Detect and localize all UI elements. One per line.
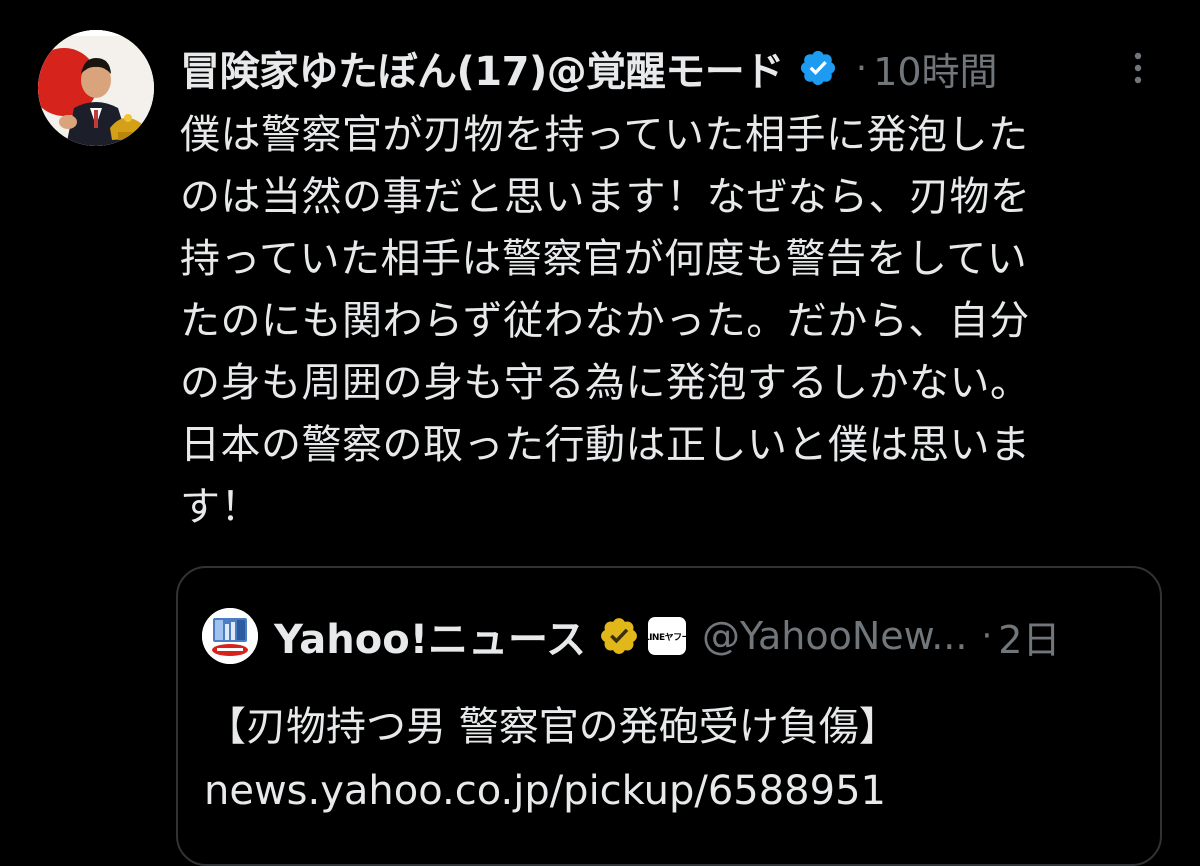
author-display-name[interactable]: 冒険家ゆたぼん(17)@覚醒モード — [180, 39, 784, 97]
yahoo-news-logo-icon — [202, 608, 258, 664]
quoted-tweet-card[interactable]: Yahoo!ニュース LINEヤフー @YahooNew... · 2日 【刃物… — [176, 566, 1162, 866]
avatar[interactable] — [38, 30, 154, 146]
gold-verified-badge-icon[interactable] — [598, 615, 640, 657]
quoted-author-handle[interactable]: @YahooNew... — [702, 614, 967, 658]
more-vertical-icon[interactable] — [1120, 48, 1156, 88]
quoted-tweet-link[interactable]: news.yahoo.co.jp/pickup/6588951 — [204, 764, 886, 818]
tweet-text: 僕は警察官が刃物を持っていた相手に発泡した のは当然の事だと思います！なぜなら、… — [180, 112, 1031, 530]
affiliation-badge[interactable]: LINEヤフー — [644, 617, 691, 655]
separator-dot: · — [855, 47, 868, 89]
quoted-tweet-header: Yahoo!ニュース LINEヤフー @YahooNew... · 2日 — [274, 606, 1060, 666]
tweet-timestamp[interactable]: 10時間 — [873, 41, 997, 96]
quoted-author-name[interactable]: Yahoo!ニュース — [274, 607, 586, 665]
quoted-tweet-headline: 【刃物持つ男 警察官の発砲受け負傷】 — [206, 704, 899, 750]
verified-badge-icon[interactable] — [798, 48, 838, 88]
quoted-tweet-timestamp[interactable]: 2日 — [998, 609, 1060, 664]
separator-dot: · — [981, 616, 993, 656]
tweet-header: 冒険家ゆたぼん(17)@覚醒モード · 10時間 — [180, 38, 1160, 98]
quoted-author-avatar[interactable] — [202, 608, 258, 664]
avatar-image — [38, 30, 154, 146]
